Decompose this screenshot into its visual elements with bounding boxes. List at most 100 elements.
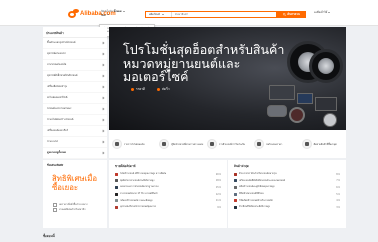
headlight-image	[267, 105, 287, 117]
sidebar-item-label: ยางรถยนต์และล้อ	[47, 63, 67, 66]
list-item[interactable]: เครื่องเล่นมัลติมีเดียติดรถยนต์ระบบแอนดร…	[234, 178, 340, 185]
tire-image	[309, 49, 343, 83]
signin-label: ลงชื่อเข้าใช้	[314, 11, 328, 14]
list-item[interactable]: ที่ปัดน้ำฝนรถยนต์ซิลิโคน 5 K	[234, 191, 340, 198]
search-input[interactable]	[172, 12, 276, 17]
list-item-count: 4 K	[336, 199, 340, 203]
rim-image	[323, 113, 337, 127]
strip-item[interactable]: ขอใบเสนอราคา	[251, 130, 298, 158]
search-bar: ผลิตภัณฑ์	[145, 11, 277, 18]
banner-tags: ราคาดี ส่งเร็ว	[131, 87, 170, 92]
list-item-count: 11 K	[215, 199, 221, 203]
search-button-label: ค้นหาด่วน	[287, 12, 300, 16]
list-item-count: 9 K	[217, 205, 221, 209]
banner-title: โปรโมชั่นสุดฮ็อตสำหรับสินค้าหมวดหมู่ยานย…	[123, 42, 285, 84]
list-item[interactable]: กล้องหน้ารถยนต์ความละเอียดสูง 11 K	[115, 197, 221, 204]
sidebar-item[interactable]: ยางรถยนต์และล้อ	[43, 60, 107, 71]
special-offer-box[interactable]: ข้อเสนอพิเศษ สิทธิพิเศษเมื่อซื้อเยอะ ลดร…	[43, 160, 107, 228]
product-thumbnail	[115, 199, 118, 203]
chevron-right-icon	[101, 85, 105, 89]
product-thumbnail	[234, 192, 237, 196]
strip-item[interactable]: รายการโปรดของฉัน	[109, 130, 156, 158]
list-item-count: 5 K	[336, 192, 340, 196]
strip-label: ขอใบเสนอราคา	[266, 142, 283, 146]
sidebar-item-label: เครื่องยนต์และเกียร์	[47, 129, 69, 132]
list-item[interactable]: โช้คอัพหน้ารถยนต์สำหรับงานหนัก 4 K	[234, 197, 340, 204]
chevron-right-icon	[101, 151, 105, 155]
list-item[interactable]: ผ้าเบรกเซรามิกสำหรับรถยนต์หลายรุ่น 8 K	[234, 171, 340, 178]
sidebar-item[interactable]: ชิ้นส่วนและอุปกรณ์รถยนต์	[43, 38, 107, 49]
product-thumbnail	[234, 205, 237, 209]
ship-to-selector[interactable]: จัดส่งไปยัง ทั้งหมด ไทย	[101, 10, 125, 17]
list-item-text: หัวเทียนอิริเดียมประสิทธิภาพสูง	[239, 205, 270, 209]
strip-label: ติดตามสินค้าที่ซื้อล่าสุด	[313, 142, 337, 146]
strip-label: ผู้จัดจำหน่ายที่ผ่านการตรวจสอบ	[171, 142, 204, 146]
strip-item[interactable]: ติดตามสินค้าที่ซื้อล่าสุด	[299, 130, 346, 158]
list-item-text: เครื่องเล่นมัลติมีเดียติดรถยนต์ระบบแอนดร…	[239, 178, 286, 182]
sidebar-item[interactable]: อะไหล่มอเตอร์ไซค์	[43, 93, 107, 104]
sidebar-item[interactable]: ระบบเบรก	[43, 137, 107, 148]
list-item-text: ผ้าเบรกเซรามิกสำหรับรถยนต์หลายรุ่น	[239, 172, 277, 176]
panel-title: สินค้าล่าสุด	[234, 164, 249, 168]
list-item[interactable]: หัวเทียนอิริเดียมประสิทธิภาพสูง 3 K	[234, 204, 340, 211]
chevron-right-icon	[101, 118, 105, 122]
chevron-right-icon	[101, 74, 105, 78]
panel-title: ขายดีต่อสัปดาห์	[115, 164, 136, 168]
top-header: Alibaba.com จัดส่งไปยัง ทั้งหมด ไทย ผลิต…	[0, 0, 378, 26]
sidebar-item-label: อุปกรณ์ตกแต่งรถ	[47, 52, 66, 55]
verified-icon	[159, 139, 170, 149]
sidebar-item-label: ระบบเบรก	[47, 140, 59, 143]
search-category-dropdown[interactable]: ผลิตภัณฑ์	[146, 12, 172, 17]
strip-item[interactable]: ผู้จัดจำหน่ายที่ผ่านการตรวจสอบ	[156, 130, 203, 158]
list-item-text: ไฟหน้ารถยนต์ LED แบบคุณภาพสูง สว่างพิเศษ	[120, 172, 167, 176]
language-value: ไทย	[101, 13, 106, 17]
sidebar-item[interactable]: รถยนต์และยานพาหนะ	[43, 104, 107, 115]
list-item-text: ที่ปัดน้ำฝนรถยนต์ซิลิโคน	[239, 192, 264, 196]
product-thumbnail	[115, 185, 118, 189]
list-item-text: โช้คอัพหน้ารถยนต์สำหรับงานหนัก	[239, 198, 273, 202]
list-item[interactable]: แผ่นกรองอากาศรถยนต์มาตรฐานสากล 15 K	[115, 184, 221, 191]
sidebar-item-more[interactable]: ดูหมวดหมู่ทั้งหมด	[43, 148, 107, 159]
gps-device-image	[297, 93, 313, 104]
sidebar-item[interactable]: อุปกรณ์อิเล็กทรอนิกส์รถยนต์	[43, 71, 107, 82]
chevron-down-icon	[122, 10, 125, 12]
list-item[interactable]: อุปกรณ์เสริมรถจักรยานยนต์คุณภาพ 9 K	[115, 204, 221, 211]
strip-item[interactable]: การค้าแบบมีการรับประกัน	[204, 130, 251, 158]
product-thumbnail	[115, 205, 118, 209]
ship-to-value: ทั้งหมด	[113, 10, 122, 13]
sidebar-item[interactable]: เครื่องมือซ่อมบำรุง	[43, 82, 107, 93]
chevron-right-icon	[101, 107, 105, 111]
sidebar-item[interactable]: ระบบไฟส่องสว่างรถยนต์	[43, 115, 107, 126]
logo-icon	[68, 8, 79, 19]
banner-tag: ส่งเร็ว	[157, 87, 170, 92]
product-thumbnail	[234, 172, 237, 176]
list-item[interactable]: ยางรถยนต์ขนาด 17 นิ้ว แบรนด์ชั้นนำ 12 K	[115, 191, 221, 198]
search-category-label: ผลิตภัณฑ์	[149, 12, 161, 16]
chevron-right-icon	[101, 96, 105, 100]
category-sidebar: ประเภทสินค้า ชิ้นส่วนและอุปกรณ์รถยนต์ อุ…	[43, 27, 107, 159]
product-thumbnail	[234, 199, 237, 203]
dashcam-image	[315, 97, 337, 111]
chevron-right-icon	[101, 63, 105, 67]
chevron-right-icon	[101, 129, 105, 133]
list-item-count: 20 K	[215, 172, 221, 176]
sidebar-item-label: เครื่องมือซ่อมบำรุง	[47, 85, 68, 88]
promo-banner[interactable]: โปรโมชั่นสุดฮ็อตสำหรับสินค้าหมวดหมู่ยานย…	[109, 27, 346, 130]
truck-icon	[301, 139, 312, 149]
sidebar-item-label: อะไหล่มอเตอร์ไซค์	[47, 96, 68, 99]
list-item[interactable]: หม้อน้ำรถยนต์อะลูมิเนียมคุณภาพสูง 6 K	[234, 184, 340, 191]
product-thumbnail	[234, 179, 237, 183]
heart-icon	[112, 139, 122, 149]
list-item[interactable]: ชุดดิสก์เบรกรถยนต์ประสิทธิภาพสูง 18 K	[115, 178, 221, 185]
chevron-right-icon	[101, 41, 105, 45]
list-item-count: 15 K	[215, 185, 221, 189]
chevron-right-icon	[101, 140, 105, 144]
search-button[interactable]: ค้นหาด่วน	[277, 11, 306, 18]
chevron-down-icon	[162, 14, 165, 15]
list-item[interactable]: ไฟหน้ารถยนต์ LED แบบคุณภาพสูง สว่างพิเศษ…	[115, 171, 221, 178]
product-thumbnail	[115, 179, 118, 183]
sidebar-item[interactable]: อุปกรณ์ตกแต่งรถ	[43, 49, 107, 60]
sidebar-item[interactable]: เครื่องยนต์และเกียร์	[43, 126, 107, 137]
latest-products-panel: สินค้าล่าสุด ผ้าเบรกเซรามิกสำหรับรถยนต์ห…	[228, 160, 346, 228]
signin-menu[interactable]: ลงชื่อเข้าใช้	[314, 11, 331, 15]
